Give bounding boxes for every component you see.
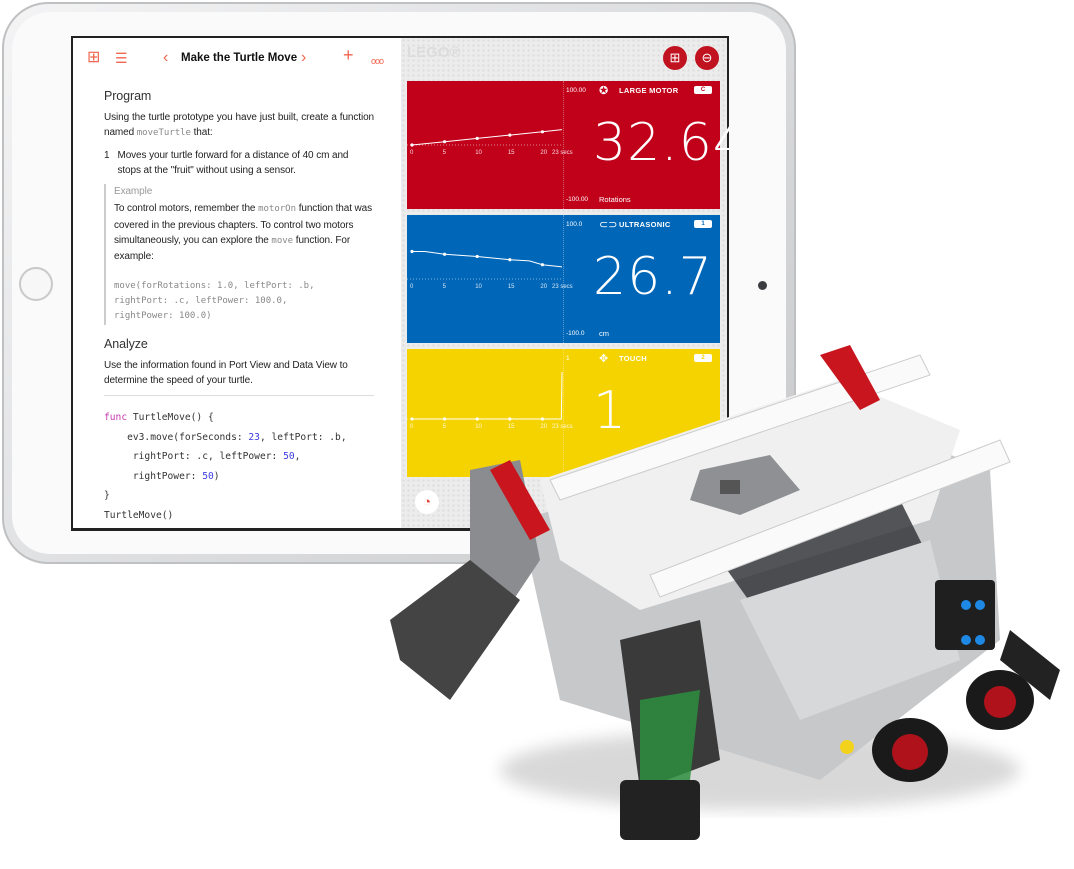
lego-robot-image — [390, 345, 1060, 840]
